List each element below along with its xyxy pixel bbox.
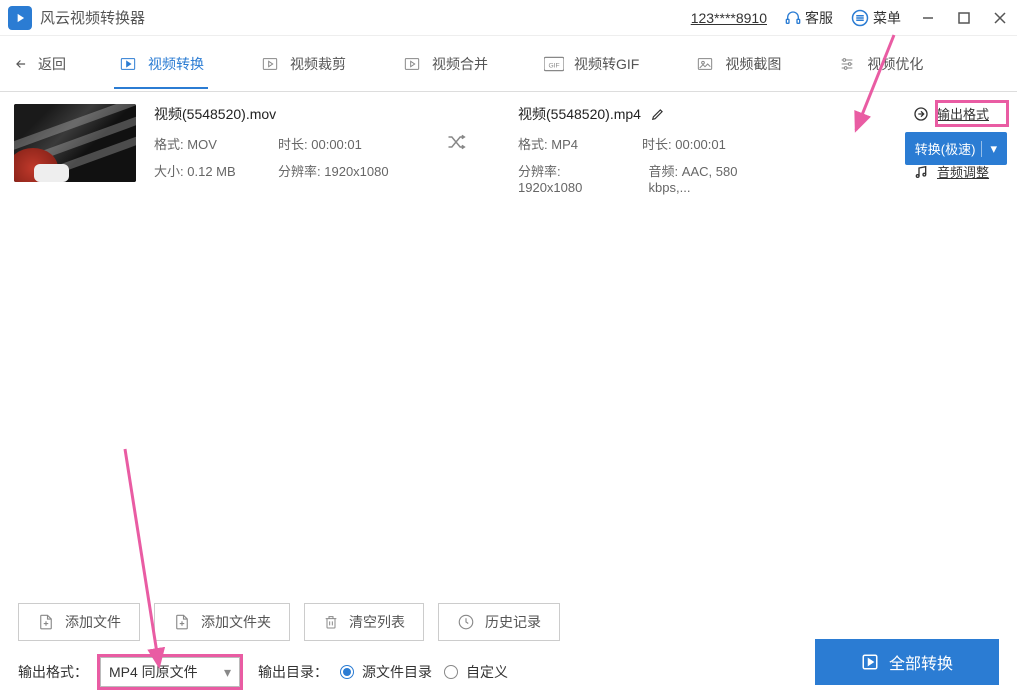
gif-icon: GIF [544,56,564,72]
headset-icon [785,10,801,26]
video-thumbnail[interactable] [14,104,136,182]
menu-icon [851,9,869,27]
chevron-down-icon[interactable]: ▾ [981,141,997,157]
tab-video-optimize[interactable]: 视频优化 [833,40,927,88]
destination-info: 视频(5548520).mp4 格式: MP4 时长: 00:00:01 分辨率… [518,104,778,203]
tab-label: 视频合并 [432,54,488,74]
tab-label: 视频裁剪 [290,54,346,74]
play-icon [861,653,879,671]
radio-icon [340,665,354,679]
support-button[interactable]: 客服 [785,8,833,28]
file-plus-icon [37,612,55,632]
support-label: 客服 [805,8,833,28]
tab-label: 视频截图 [725,54,781,74]
titlebar: 风云视频转换器 123****8910 客服 菜单 [0,0,1017,36]
music-icon [913,164,929,180]
app-title: 风云视频转换器 [40,7,145,28]
bottom-bar: 添加文件 添加文件夹 清空列表 历史记录 输出格式： MP4 同原文件 ▾ 输出… [0,593,1017,699]
screenshot-icon [695,56,715,72]
clear-list-button[interactable]: 清空列表 [304,603,424,641]
chevron-down-icon: ▾ [224,664,231,681]
user-id-link[interactable]: 123****8910 [691,10,767,26]
close-button[interactable] [991,9,1009,27]
convert-icon [118,56,138,72]
video-item: 视频(5548520).mov 格式: MOV 时长: 00:00:01 大小:… [0,92,1017,215]
format-icon [913,106,929,122]
trash-icon [323,613,339,631]
toolbar: 返回 视频转换 视频裁剪 视频合并 GIF 视频转GIF 视频截图 视频优化 [0,36,1017,92]
tab-label: 视频优化 [867,54,923,74]
history-button[interactable]: 历史记录 [438,603,560,641]
menu-label: 菜单 [873,8,901,28]
output-format-link[interactable]: 输出格式 [913,104,1003,123]
tab-video-merge[interactable]: 视频合并 [398,40,492,88]
minimize-button[interactable] [919,9,937,27]
add-file-button[interactable]: 添加文件 [18,603,140,641]
maximize-button[interactable] [955,9,973,27]
destination-filename: 视频(5548520).mp4 [518,104,641,124]
output-format-label: 输出格式： [18,662,88,682]
app-logo-icon [8,6,32,30]
tab-video-convert[interactable]: 视频转换 [114,40,208,88]
source-info: 视频(5548520).mov 格式: MOV 时长: 00:00:01 大小:… [154,104,444,188]
clock-icon [457,613,475,631]
add-folder-button[interactable]: 添加文件夹 [154,603,290,641]
source-filename: 视频(5548520).mov [154,104,444,124]
convert-all-button[interactable]: 全部转换 [815,639,999,685]
tab-video-crop[interactable]: 视频裁剪 [256,40,350,88]
radio-custom-dir[interactable]: 自定义 [444,662,508,682]
menu-button[interactable]: 菜单 [851,8,901,28]
merge-icon [402,56,422,72]
shuffle-icon[interactable] [444,132,468,155]
output-format-select[interactable]: MP4 同原文件 ▾ [100,657,240,687]
tab-label: 视频转换 [148,54,204,74]
output-dir-label: 输出目录： [258,662,328,682]
back-button[interactable]: 返回 [12,54,66,74]
folder-plus-icon [173,612,191,632]
tab-label: 视频转GIF [574,54,639,74]
arrow-left-icon [12,57,30,71]
radio-source-dir[interactable]: 源文件目录 [340,662,432,682]
convert-item-button[interactable]: 转换(极速) ▾ [905,132,1007,165]
radio-icon [444,665,458,679]
tab-video-screenshot[interactable]: 视频截图 [691,40,785,88]
crop-icon [260,56,280,72]
tab-video-gif[interactable]: GIF 视频转GIF [540,40,643,88]
optimize-icon [837,56,857,72]
svg-text:GIF: GIF [548,62,559,69]
back-label: 返回 [38,54,66,74]
edit-icon[interactable] [651,107,665,121]
